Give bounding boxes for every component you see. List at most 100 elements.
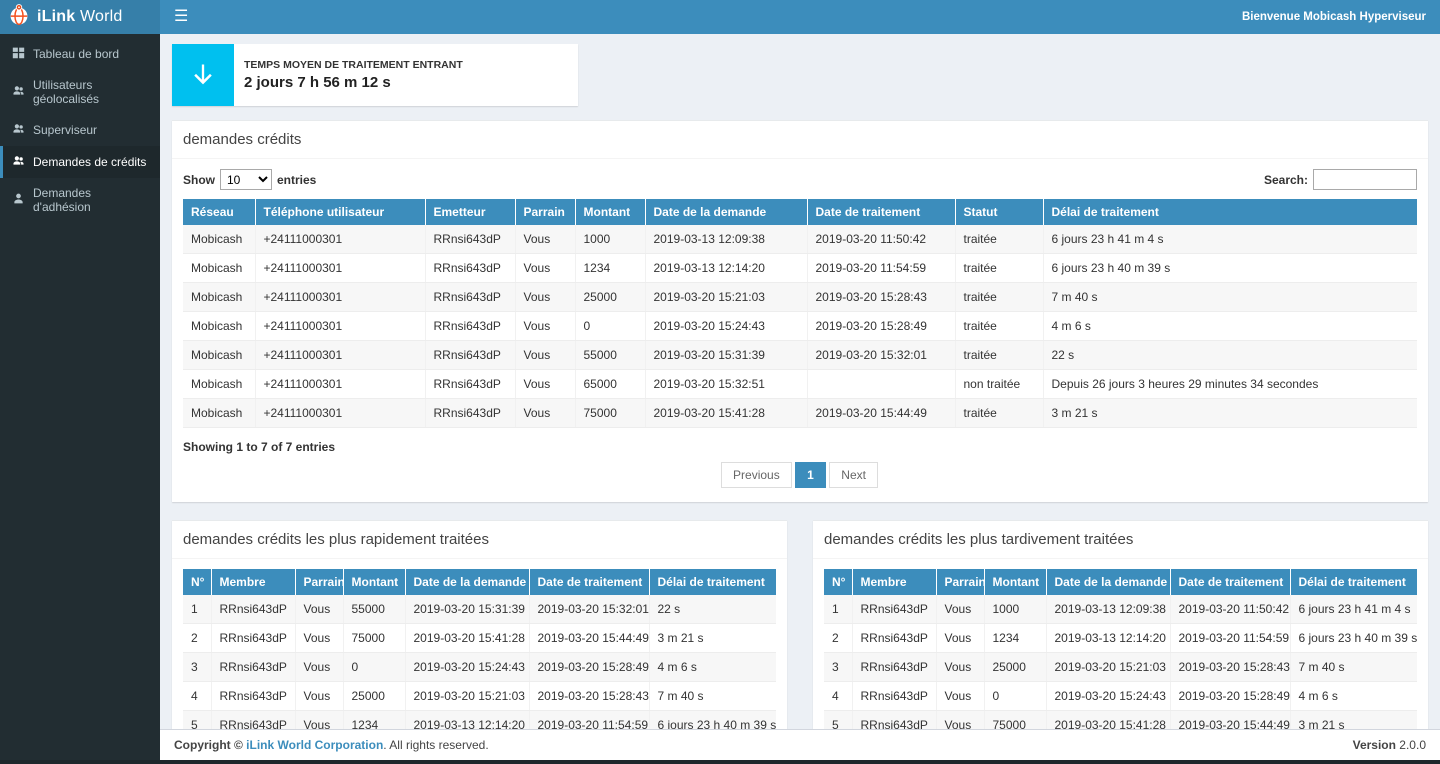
table-cell: 1 <box>824 595 852 624</box>
table-cell: Mobicash <box>183 254 255 283</box>
sidebar-item-demandes-adhesion[interactable]: Demandes d'adhésion <box>0 178 160 222</box>
table-cell: 2019-03-20 15:24:43 <box>645 312 807 341</box>
table-cell: 7 m 40 s <box>1290 653 1417 682</box>
table-row: 4RRnsi643dPVous250002019-03-20 15:21:032… <box>183 682 776 711</box>
search-control: Search: <box>1264 169 1417 190</box>
dashboard-icon <box>12 46 25 62</box>
table-cell: 6 jours 23 h 40 m 39 s <box>1043 254 1417 283</box>
table-row: 1RRnsi643dPVous10002019-03-13 12:09:3820… <box>824 595 1417 624</box>
table-cell: 2019-03-20 15:41:28 <box>645 399 807 428</box>
sidebar-item-utilisateurs-geolocalises[interactable]: Utilisateurs géolocalisés <box>0 70 160 114</box>
sidebar-item-tableau-de-bord[interactable]: Tableau de bord <box>0 38 160 70</box>
entries-label: entries <box>277 173 316 187</box>
table-cell: traitée <box>955 225 1043 254</box>
footer-version: Version 2.0.0 <box>1353 738 1426 752</box>
pagination-next-button[interactable]: Next <box>829 462 878 488</box>
brand-logo[interactable]: iLink World <box>0 0 160 34</box>
column-header[interactable]: Parrain <box>295 569 343 595</box>
header-row: N°MembreParrainMontantDate de la demande… <box>824 569 1417 595</box>
table-cell: 7 m 40 s <box>649 682 776 711</box>
datatable-controls: Show 10 entries Search: <box>183 169 1417 190</box>
main-column: ☰ Bienvenue Mobicash Hyperviseur TEMPS M… <box>160 0 1440 760</box>
table-cell: 4 <box>183 682 211 711</box>
column-header[interactable]: N° <box>824 569 852 595</box>
page-length-select[interactable]: 10 <box>220 169 272 190</box>
table-cell: RRnsi643dP <box>425 370 515 399</box>
column-header[interactable]: Délai de traitement <box>1043 199 1417 225</box>
table-cell: RRnsi643dP <box>425 341 515 370</box>
column-header[interactable]: Emetteur <box>425 199 515 225</box>
column-header[interactable]: Délai de traitement <box>1290 569 1417 595</box>
table-row: 1RRnsi643dPVous550002019-03-20 15:31:392… <box>183 595 776 624</box>
column-header[interactable]: Parrain <box>515 199 575 225</box>
table-cell: Vous <box>936 595 984 624</box>
column-header[interactable]: Date de traitement <box>1170 569 1290 595</box>
sidebar-item-demandes-de-credits[interactable]: Demandes de crédits <box>0 146 160 178</box>
column-header[interactable]: Parrain <box>936 569 984 595</box>
column-header[interactable]: Membre <box>211 569 295 595</box>
table-row: Mobicash+24111000301RRnsi643dPVous750002… <box>183 399 1417 428</box>
column-header[interactable]: Réseau <box>183 199 255 225</box>
column-header[interactable]: Date de traitement <box>529 569 649 595</box>
fastest-table-header: N°MembreParrainMontantDate de la demande… <box>183 569 776 595</box>
table-cell: 1234 <box>343 711 405 730</box>
table-cell: Vous <box>515 225 575 254</box>
app: iLink World Tableau de bord Utilisateurs… <box>0 0 1440 760</box>
table-cell: 55000 <box>343 595 405 624</box>
column-header[interactable]: Délai de traitement <box>649 569 776 595</box>
sidebar-toggle-icon[interactable]: ☰ <box>174 9 188 25</box>
column-header[interactable]: N° <box>183 569 211 595</box>
column-header[interactable]: Membre <box>852 569 936 595</box>
sidebar-item-superviseur[interactable]: Superviseur <box>0 114 160 146</box>
table-cell: 2019-03-13 12:14:20 <box>1046 624 1170 653</box>
table-cell: +24111000301 <box>255 399 425 428</box>
company-link[interactable]: iLink World Corporation <box>246 738 383 752</box>
table-cell: 5 <box>824 711 852 730</box>
table-cell: 2019-03-20 15:28:43 <box>807 283 955 312</box>
column-header[interactable]: Téléphone utilisateur <box>255 199 425 225</box>
table-cell: 22 s <box>649 595 776 624</box>
users-icon <box>12 154 25 170</box>
column-header[interactable]: Date de la demande <box>1046 569 1170 595</box>
table-cell: Vous <box>515 283 575 312</box>
fastest-panel: demandes crédits les plus rapidement tra… <box>172 520 787 729</box>
sidebar: iLink World Tableau de bord Utilisateurs… <box>0 0 160 760</box>
sidebar-item-label: Demandes d'adhésion <box>33 186 151 214</box>
search-input[interactable] <box>1313 169 1417 190</box>
column-header[interactable]: Date de traitement <box>807 199 955 225</box>
table-cell: Vous <box>295 595 343 624</box>
table-cell: +24111000301 <box>255 283 425 312</box>
column-header[interactable]: Date de la demande <box>645 199 807 225</box>
pagination-previous-button[interactable]: Previous <box>721 462 792 488</box>
table-cell: RRnsi643dP <box>211 595 295 624</box>
table-cell: Mobicash <box>183 283 255 312</box>
table-cell: 2019-03-20 15:28:43 <box>1170 653 1290 682</box>
table-row: 3RRnsi643dPVous02019-03-20 15:24:432019-… <box>183 653 776 682</box>
pagination-page-1-button[interactable]: 1 <box>795 462 826 488</box>
table-cell: 6 jours 23 h 40 m 39 s <box>649 711 776 730</box>
table-cell: 3 m 21 s <box>649 624 776 653</box>
users-icon <box>12 122 25 138</box>
table-cell: 4 m 6 s <box>1043 312 1417 341</box>
table-cell: 2019-03-13 12:09:38 <box>645 225 807 254</box>
table-cell: Vous <box>295 653 343 682</box>
table-row: 2RRnsi643dPVous12342019-03-13 12:14:2020… <box>824 624 1417 653</box>
top-navbar: ☰ Bienvenue Mobicash Hyperviseur <box>160 0 1440 34</box>
column-header[interactable]: Montant <box>984 569 1046 595</box>
table-cell: 1000 <box>984 595 1046 624</box>
table-row: Mobicash+24111000301RRnsi643dPVous650002… <box>183 370 1417 399</box>
table-cell: traitée <box>955 254 1043 283</box>
column-header[interactable]: Montant <box>343 569 405 595</box>
table-cell: 0 <box>575 312 645 341</box>
table-row: Mobicash+24111000301RRnsi643dPVous550002… <box>183 341 1417 370</box>
table-cell: Vous <box>936 653 984 682</box>
table-cell: 4 <box>824 682 852 711</box>
welcome-text: Bienvenue Mobicash Hyperviseur <box>1242 11 1426 23</box>
column-header[interactable]: Statut <box>955 199 1043 225</box>
table-cell: 25000 <box>343 682 405 711</box>
fastest-panel-title: demandes crédits les plus rapidement tra… <box>172 521 787 559</box>
table-cell: 2019-03-20 15:41:28 <box>1046 711 1170 730</box>
column-header[interactable]: Date de la demande <box>405 569 529 595</box>
table-cell: 6 jours 23 h 40 m 39 s <box>1290 624 1417 653</box>
column-header[interactable]: Montant <box>575 199 645 225</box>
